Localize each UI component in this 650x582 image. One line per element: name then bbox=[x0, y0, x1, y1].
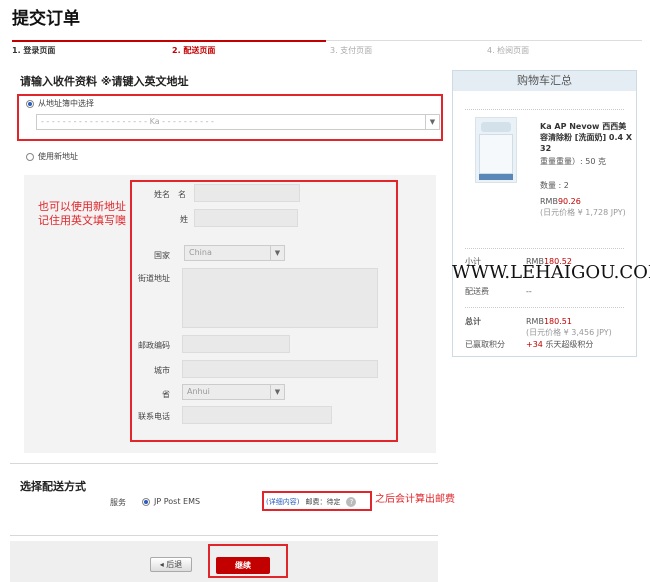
street-label: 街道地址 bbox=[138, 274, 170, 283]
product-quantity: 数量 : 2 bbox=[540, 181, 569, 190]
back-button-label: 后退 bbox=[166, 560, 183, 569]
shipping-method-title: 选择配送方式 bbox=[20, 480, 86, 493]
cart-summary: 购物车汇总 Ka AP Nevow 西西美容清除粉 [洗面奶] 0.4 X 32… bbox=[452, 70, 637, 357]
province-select[interactable]: Anhui ▼ bbox=[182, 384, 285, 400]
radio-address-book[interactable] bbox=[26, 99, 34, 108]
address-section-title: 请输入收件资料 ※请键入英文地址 bbox=[20, 75, 189, 88]
shipping-fee-info: (详细内容) 邮费：待定 ? bbox=[266, 497, 357, 507]
option-new-address-label: 使用新地址 bbox=[38, 152, 78, 161]
step-login: 1. 登录页面 bbox=[12, 46, 56, 55]
chevron-down-icon: ▼ bbox=[425, 115, 439, 129]
option-address-book[interactable]: 从地址簿中选择 bbox=[26, 98, 94, 109]
page-title: 提交订单 bbox=[12, 9, 80, 29]
product-name[interactable]: Ka AP Nevow 西西美容清除粉 [洗面奶] 0.4 X 32 bbox=[540, 121, 633, 154]
phone-input[interactable] bbox=[182, 406, 332, 424]
country-select[interactable]: China ▼ bbox=[184, 245, 285, 261]
annotation-note-shipping: 之后会计算出邮费 bbox=[375, 494, 455, 505]
option-new-address[interactable]: 使用新地址 bbox=[26, 151, 78, 162]
step-shipping: 2. 配送页面 bbox=[172, 46, 216, 55]
product-price-jpy: (日元价格 ¥ 1,728 JPY) bbox=[540, 208, 626, 217]
service-option-ems[interactable]: JP Post EMS bbox=[142, 497, 200, 506]
country-label: 国家 bbox=[154, 251, 170, 260]
first-name-label: 名 bbox=[178, 190, 186, 199]
points-label: 已赢取积分 bbox=[465, 340, 505, 349]
shipping-fee-value: -- bbox=[526, 287, 532, 296]
total-label: 总计 bbox=[465, 317, 481, 326]
watermark-text: WWW.LEHAIGOU.COM bbox=[452, 262, 650, 283]
total-jpy: (日元价格 ¥ 3,456 JPY) bbox=[526, 328, 612, 337]
country-selected-value: China bbox=[189, 248, 212, 257]
city-input[interactable] bbox=[182, 360, 378, 378]
product-thumbnail[interactable] bbox=[475, 117, 517, 183]
section-divider bbox=[10, 535, 438, 536]
last-name-input[interactable] bbox=[194, 209, 298, 227]
continue-button[interactable]: 继续 bbox=[216, 557, 270, 574]
step-payment: 3. 支付页面 bbox=[330, 46, 373, 55]
details-link[interactable]: (详细内容) bbox=[266, 497, 299, 507]
points-value: +34 乐天超级积分 bbox=[526, 340, 594, 349]
service-label: 服务 bbox=[110, 498, 126, 507]
section-divider bbox=[10, 463, 438, 464]
steps-progress-bar bbox=[12, 40, 326, 42]
checkout-steps: 1. 登录页面 2. 配送页面 3. 支付页面 4. 检阅页面 bbox=[12, 40, 642, 60]
total-value: RMB180.51 bbox=[526, 317, 572, 326]
first-name-input[interactable] bbox=[194, 184, 300, 202]
street-textarea[interactable] bbox=[182, 268, 378, 328]
city-label: 城市 bbox=[154, 366, 170, 375]
product-price: RMB90.26 bbox=[540, 197, 581, 206]
last-name-label: 姓 bbox=[180, 215, 188, 224]
back-arrow-icon: ◂ bbox=[159, 560, 164, 569]
product-weight: 重量重量）: 50 克 bbox=[540, 157, 606, 166]
zip-input[interactable] bbox=[182, 335, 290, 353]
step-review: 4. 检阅页面 bbox=[487, 46, 530, 55]
address-book-select[interactable]: - - - - - - - - - - - - - - - - - - - - … bbox=[36, 114, 440, 130]
cart-divider bbox=[465, 248, 624, 249]
chevron-down-icon: ▼ bbox=[270, 246, 284, 260]
province-selected-value: Anhui bbox=[187, 387, 210, 396]
cart-divider bbox=[465, 307, 624, 308]
zip-label: 邮政编码 bbox=[138, 341, 170, 350]
shipping-fee-label: 配送费 bbox=[465, 287, 489, 296]
option-address-book-label: 从地址簿中选择 bbox=[38, 99, 94, 108]
service-name: JP Post EMS bbox=[154, 497, 201, 506]
annotation-note-new-address: 也可以使用新地址 记住用英文填写噢 bbox=[38, 200, 126, 227]
cart-summary-title: 购物车汇总 bbox=[453, 71, 636, 91]
radio-new-address[interactable] bbox=[26, 152, 34, 161]
phone-label: 联系电话 bbox=[138, 412, 170, 421]
shipping-fee-text: 邮费：待定 bbox=[305, 498, 341, 506]
chevron-down-icon: ▼ bbox=[270, 385, 284, 399]
cart-divider bbox=[465, 109, 624, 110]
back-button[interactable]: ◂ 后退 bbox=[150, 557, 192, 572]
address-book-selected-value: - - - - - - - - - - - - - - - - - - - - … bbox=[41, 117, 214, 126]
province-label: 省 bbox=[162, 390, 170, 399]
radio-ems[interactable] bbox=[142, 497, 150, 506]
help-icon[interactable]: ? bbox=[346, 497, 357, 507]
